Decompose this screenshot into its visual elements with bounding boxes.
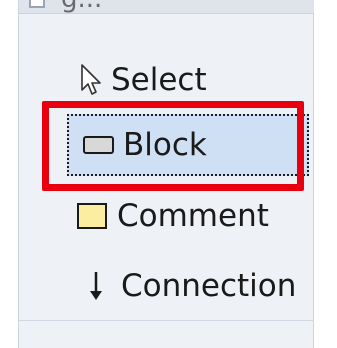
- tool-connection-label: Connection: [121, 268, 297, 304]
- pointer-arrow-icon: [77, 60, 105, 100]
- tool-select-label: Select: [111, 62, 207, 98]
- tool-select[interactable]: Select: [77, 52, 207, 108]
- palette-header-text: g...: [61, 0, 102, 13]
- tool-comment-label: Comment: [117, 198, 269, 234]
- checkbox-icon[interactable]: [29, 0, 45, 8]
- tool-connection[interactable]: Connection: [77, 258, 296, 314]
- palette-divider: [19, 320, 315, 321]
- left-gutter: [0, 0, 18, 348]
- palette-header-strip: g...: [19, 0, 315, 14]
- tool-comment[interactable]: Comment: [73, 188, 269, 244]
- right-gutter: [314, 0, 337, 348]
- tool-block-label: Block: [123, 127, 207, 163]
- tool-block[interactable]: Block: [67, 114, 309, 176]
- tool-palette: g... Select Block Comment Connection: [18, 0, 315, 348]
- comment-note-icon: [73, 196, 111, 236]
- down-arrow-icon: [77, 266, 115, 306]
- block-rectangle-icon: [79, 125, 117, 165]
